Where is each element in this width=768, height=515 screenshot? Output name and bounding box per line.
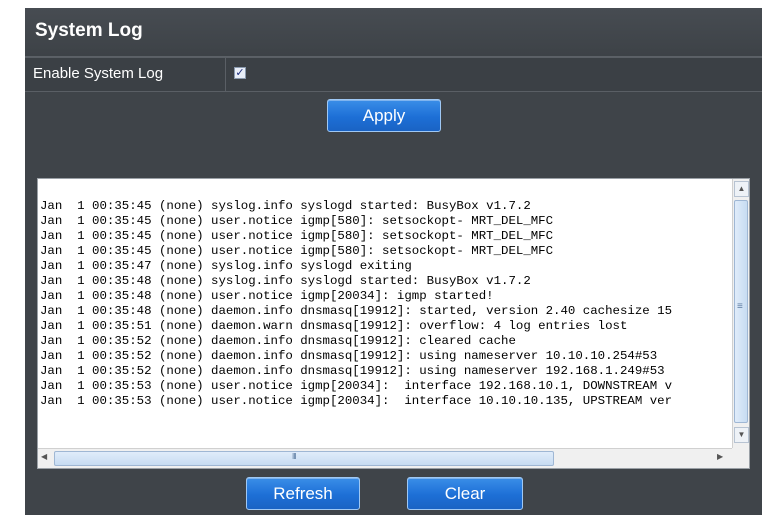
scroll-up-icon[interactable]: ▲ [734,181,749,197]
log-line: Jan 1 00:35:53 (none) user.notice igmp[2… [40,379,673,393]
vertical-scroll-thumb[interactable]: ≡ [734,200,748,423]
log-line: Jan 1 00:35:48 (none) user.notice igmp[2… [40,289,494,303]
section-title: System Log [35,20,143,41]
grip-icon: ≡ [737,301,743,312]
log-line: Jan 1 00:35:45 (none) syslog.info syslog… [40,199,531,213]
horizontal-scrollbar[interactable]: ◀ III ▶ [38,448,732,468]
enable-system-log-row: Enable System Log ✓ [25,57,762,92]
row-divider [225,58,226,91]
log-line: Jan 1 00:35:48 (none) syslog.info syslog… [40,274,531,288]
refresh-button[interactable]: Refresh [246,477,360,510]
log-line: Jan 1 00:35:52 (none) daemon.info dnsmas… [40,349,658,363]
log-line: Jan 1 00:35:45 (none) user.notice igmp[5… [40,214,554,228]
enable-system-log-checkbox[interactable]: ✓ [234,67,246,79]
enable-system-log-label: Enable System Log [33,65,164,82]
log-line: Jan 1 00:35:48 (none) daemon.info dnsmas… [40,304,673,318]
log-line: Jan 1 00:35:52 (none) daemon.info dnsmas… [40,364,665,378]
log-line: Jan 1 00:35:52 (none) daemon.info dnsmas… [40,334,516,348]
log-line: Jan 1 00:35:51 (none) daemon.warn dnsmas… [40,319,628,333]
system-log-panel: System Log Enable System Log ✓ Apply Jan… [25,8,762,515]
section-header: System Log [25,8,762,57]
scroll-down-icon[interactable]: ▼ [734,427,749,443]
scroll-right-icon[interactable]: ▶ [717,452,723,461]
log-line: Jan 1 00:35:47 (none) syslog.info syslog… [40,259,412,273]
system-log-textarea[interactable]: Jan 1 00:35:45 (none) syslog.info syslog… [37,178,750,469]
log-line: Jan 1 00:35:45 (none) user.notice igmp[5… [40,229,554,243]
horizontal-scroll-thumb[interactable]: III [54,451,554,466]
scroll-left-icon[interactable]: ◀ [41,452,47,461]
clear-button[interactable]: Clear [407,477,523,510]
log-content: Jan 1 00:35:45 (none) syslog.info syslog… [40,199,730,446]
hgrip-icon: III [292,452,297,461]
log-line: Jan 1 00:35:53 (none) user.notice igmp[2… [40,394,673,408]
apply-button[interactable]: Apply [327,99,441,132]
vertical-scrollbar[interactable]: ▲ ≡ ▼ [732,179,749,449]
resize-grip-icon[interactable] [732,448,749,468]
log-line: Jan 1 00:35:45 (none) user.notice igmp[5… [40,244,554,258]
